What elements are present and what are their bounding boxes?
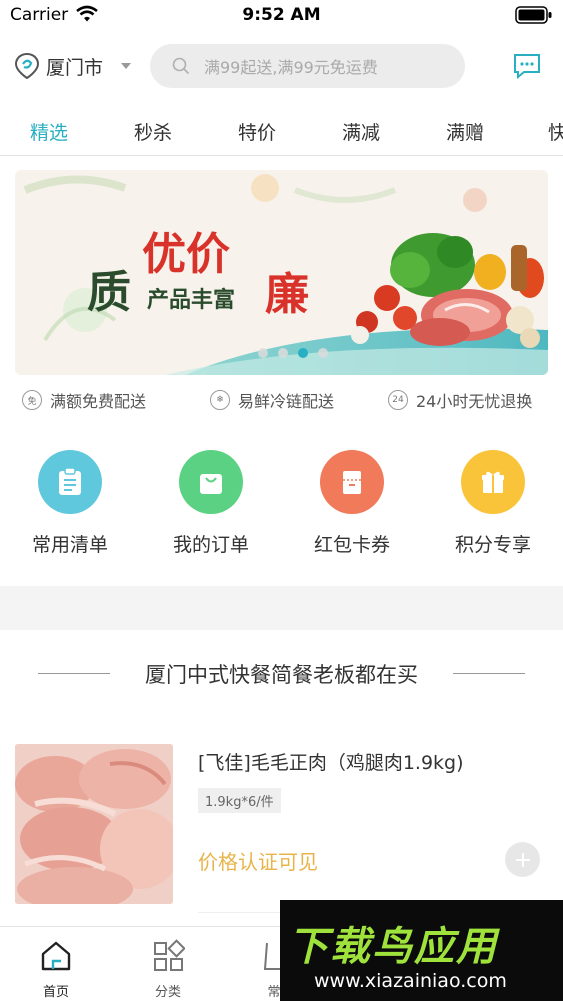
nav-home[interactable]: 首页 bbox=[16, 939, 96, 1000]
snowflake-icon: ❄ bbox=[210, 390, 230, 410]
watermark-title: 下载鸟应用 bbox=[288, 924, 498, 970]
clipboard-icon bbox=[38, 450, 102, 514]
bag-icon bbox=[179, 450, 243, 514]
chevron-down-icon bbox=[121, 63, 132, 69]
page-dot[interactable] bbox=[318, 348, 328, 358]
feature-label: 易鲜冷链配送 bbox=[238, 392, 335, 411]
24h-icon: 24 bbox=[388, 390, 408, 410]
quick-entry-my-orders[interactable]: 我的订单 bbox=[151, 450, 271, 557]
nav-label: 首页 bbox=[42, 985, 69, 1000]
service-features: 免 满额免费配送 ❄ 易鲜冷链配送 24 24小时无忧退换 bbox=[0, 388, 563, 416]
gift-icon bbox=[461, 450, 525, 514]
divider-line-right bbox=[453, 673, 525, 674]
top-header: 厦门市 满99起送,满99元免运费 bbox=[0, 40, 563, 92]
product-name: [飞佳]毛毛正肉（鸡腿肉1.9kg) bbox=[198, 752, 464, 774]
nav-label: 分类 bbox=[154, 985, 181, 1000]
banner-subtitle: 产品丰富 bbox=[147, 288, 236, 313]
status-time: 9:52 AM bbox=[242, 5, 321, 25]
product-image[interactable] bbox=[15, 744, 173, 904]
message-icon[interactable] bbox=[512, 52, 542, 80]
nav-category[interactable]: 分类 bbox=[128, 939, 208, 1000]
tab-flash-sale[interactable]: 秒杀 bbox=[134, 118, 172, 145]
feature-label: 满额免费配送 bbox=[50, 392, 147, 411]
product-spec-badge: 1.9kg*6/件 bbox=[198, 788, 281, 813]
plus-icon bbox=[515, 852, 530, 867]
section-title: 厦门中式快餐简餐老板都在买 bbox=[145, 663, 418, 687]
city-name: 厦门市 bbox=[46, 56, 104, 79]
location-pin-icon bbox=[14, 52, 40, 80]
quick-entry-common-list[interactable]: 常用清单 bbox=[10, 450, 130, 557]
search-bar[interactable]: 满99起送,满99元免运费 bbox=[150, 44, 465, 88]
add-to-cart-button[interactable] bbox=[505, 842, 540, 877]
quick-entry-points[interactable]: 积分专享 bbox=[433, 450, 553, 557]
page-dot[interactable] bbox=[258, 348, 268, 358]
tab-gift[interactable]: 满赠 bbox=[446, 118, 484, 145]
banner-slogan-left: 质 bbox=[87, 267, 131, 318]
quick-entry-label: 我的订单 bbox=[172, 534, 249, 556]
free-delivery-icon: 免 bbox=[22, 390, 42, 410]
watermark-overlay: 下载鸟应用 www.xiazainiao.com bbox=[280, 900, 563, 1001]
tab-special-price[interactable]: 特价 bbox=[238, 118, 276, 145]
battery-icon bbox=[515, 6, 552, 24]
tab-more[interactable]: 快 bbox=[548, 118, 563, 145]
tab-discount[interactable]: 满减 bbox=[342, 118, 380, 145]
promo-banner[interactable]: 优价 质 廉 产品丰富 bbox=[15, 170, 548, 375]
banner-slogan-main: 优价 bbox=[142, 229, 230, 280]
quick-entry-label: 积分专享 bbox=[454, 534, 531, 556]
app-screen: Carrier 9:52 AM 厦门市 满99起送,满99元免运费 精选 秒杀 … bbox=[0, 0, 563, 1001]
quick-entry-coupons[interactable]: 红包卡券 bbox=[292, 450, 412, 557]
page-dot-active[interactable] bbox=[298, 348, 308, 358]
product-card[interactable]: [飞佳]毛毛正肉（鸡腿肉1.9kg) 1.9kg*6/件 价格认证可见 bbox=[0, 742, 563, 913]
search-placeholder: 满99起送,满99元免运费 bbox=[204, 58, 378, 77]
section-header: 厦门中式快餐简餐老板都在买 bbox=[0, 655, 563, 691]
status-bar: Carrier 9:52 AM bbox=[0, 0, 563, 32]
quick-entry-label: 红包卡券 bbox=[313, 534, 390, 556]
search-icon bbox=[172, 57, 190, 75]
banner-slogan-right: 廉 bbox=[265, 269, 309, 320]
home-icon bbox=[41, 941, 71, 971]
category-tabs: 精选 秒杀 特价 满减 满赠 快 bbox=[0, 110, 563, 156]
city-selector[interactable]: 厦门市 bbox=[14, 52, 132, 80]
watermark-url: www.xiazainiao.com bbox=[314, 970, 507, 992]
page-dot[interactable] bbox=[278, 348, 288, 358]
coupon-icon bbox=[320, 450, 384, 514]
banner-pagination bbox=[258, 348, 328, 358]
feature-cold-chain: ❄ 易鲜冷链配送 bbox=[210, 388, 334, 412]
feature-label: 24小时无忧退换 bbox=[416, 392, 533, 411]
section-gap bbox=[0, 586, 563, 630]
quick-entry-label: 常用清单 bbox=[31, 534, 108, 556]
tab-featured[interactable]: 精选 bbox=[30, 118, 68, 145]
quick-entries: 常用清单 我的订单 红包卡券 积分专享 bbox=[0, 450, 563, 565]
category-icon bbox=[154, 939, 186, 971]
feature-free-delivery: 免 满额免费配送 bbox=[22, 388, 146, 412]
product-price-text: 价格认证可见 bbox=[198, 850, 318, 874]
feature-24h-return: 24 24小时无忧退换 bbox=[388, 388, 532, 412]
